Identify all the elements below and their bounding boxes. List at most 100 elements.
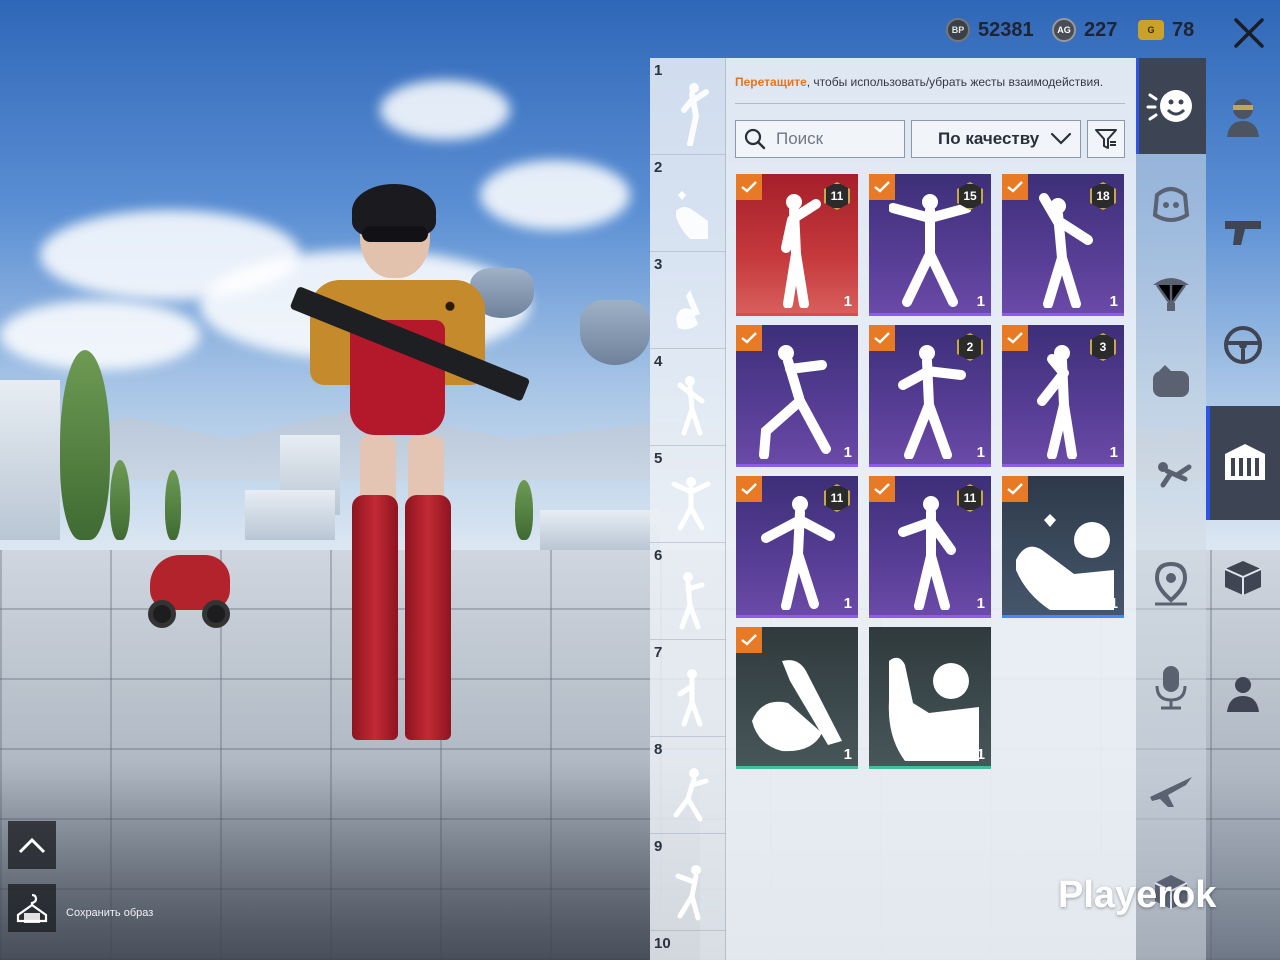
emote-slot-9[interactable]: 9 (650, 834, 726, 931)
slot-number: 7 (654, 644, 663, 661)
chevron-up-icon (18, 837, 46, 854)
tab-airplane[interactable] (1136, 744, 1206, 834)
bp-amount: 52381 (978, 18, 1034, 41)
player-character[interactable] (289, 184, 550, 750)
lunge-figure-icon (759, 345, 831, 459)
emote-count: 1 (1109, 293, 1118, 310)
chevron-down-icon (1050, 132, 1072, 145)
emote-slot-2[interactable]: 2 (650, 155, 726, 252)
steering-wheel-icon (1224, 326, 1262, 364)
tab-emotes[interactable] (1136, 58, 1206, 154)
dance-icon (673, 768, 709, 822)
scooter (140, 525, 235, 635)
ag-currency: AG 227 (1052, 14, 1117, 46)
emote-slot-8[interactable]: 8 (650, 737, 726, 834)
emote-slot-10[interactable]: 10 (650, 931, 726, 960)
tab-parachute[interactable] (1136, 250, 1206, 336)
wave-figure-icon (888, 657, 979, 761)
emote-count: 1 (1109, 595, 1118, 612)
ballet-figure-icon (761, 496, 835, 610)
filter-button[interactable] (1087, 120, 1125, 158)
emote-card[interactable]: 15 1 (869, 174, 991, 316)
dance-figure-icon (898, 496, 956, 610)
emote-count: 1 (976, 595, 985, 612)
slot-number: 6 (654, 547, 663, 564)
emote-card[interactable]: 11 1 (736, 476, 858, 618)
search-input[interactable]: Поиск (735, 120, 905, 158)
emote-card[interactable]: 2 1 (869, 325, 991, 467)
slot-number: 2 (654, 159, 663, 176)
sort-dropdown[interactable]: По качеству (911, 120, 1081, 158)
tab-weapons[interactable] (1206, 186, 1280, 276)
outfit-icon (1225, 444, 1265, 480)
ag-amount: 227 (1084, 18, 1118, 41)
gun-icon (1225, 221, 1261, 245)
tab-skydive[interactable] (1136, 430, 1206, 516)
save-outfit-button[interactable] (8, 884, 56, 932)
save-outfit-label: Сохранить образ (66, 907, 154, 919)
emote-slot-3[interactable]: 3 (650, 252, 726, 349)
emote-icon (1146, 90, 1192, 122)
emote-card[interactable]: 1 (869, 627, 991, 769)
emote-card[interactable]: 1 (736, 325, 858, 467)
emote-slot-4[interactable]: 4 (650, 349, 726, 446)
cloud (0, 300, 200, 370)
emote-slot-7[interactable]: 7 (650, 640, 726, 737)
emote-slot-1[interactable]: 1 (650, 58, 726, 155)
g-amount: 78 (1172, 18, 1195, 41)
clap-icon (676, 290, 700, 330)
emote-card[interactable]: 1 (1002, 476, 1124, 618)
bp-coin-icon: BP (946, 18, 970, 42)
tab-voice[interactable] (1136, 642, 1206, 732)
ag-coin-icon: AG (1052, 18, 1076, 42)
tab-pets[interactable] (1136, 160, 1206, 246)
emote-card[interactable]: 11 1 (869, 476, 991, 618)
emote-count: 1 (976, 293, 985, 310)
floating-island (580, 300, 650, 365)
box-icon (1224, 561, 1262, 595)
expand-button[interactable] (8, 821, 56, 869)
tab-outfits[interactable] (1206, 406, 1280, 520)
clap-hands-icon (752, 660, 842, 752)
slot-number: 8 (654, 741, 663, 758)
divider (735, 103, 1125, 104)
tab-chicken[interactable] (1136, 340, 1206, 426)
slot-number: 3 (654, 256, 663, 273)
sort-label: По качеству (938, 129, 1040, 148)
skydive-icon (1158, 462, 1192, 488)
pose-figure-icon (781, 194, 821, 308)
tab-character[interactable] (1206, 72, 1280, 162)
tab-markers[interactable] (1136, 540, 1206, 630)
bp-currency: BP 52381 (946, 14, 1034, 46)
tab-friends[interactable] (1206, 648, 1280, 738)
search-icon (744, 128, 766, 150)
emote-slot-column: 1 2 3 4 5 6 7 8 9 10 (650, 58, 726, 960)
emote-slot-6[interactable]: 6 (650, 543, 726, 640)
dance-icon (675, 865, 701, 921)
emote-slot-5[interactable]: 5 (650, 446, 726, 543)
emote-card[interactable]: 1 (736, 627, 858, 769)
airplane-icon (1150, 777, 1192, 807)
search-placeholder: Поиск (776, 129, 824, 148)
emote-card[interactable]: 3 1 (1002, 325, 1124, 467)
dance-icon (677, 669, 703, 727)
hint-accent: Перетащите (735, 75, 807, 89)
hint-text: Перетащите, чтобы использовать/убрать же… (735, 75, 1125, 89)
heart-hand-figure-icon (1016, 514, 1114, 610)
tab-boxes[interactable] (1206, 532, 1280, 622)
people-icon (1227, 677, 1259, 712)
emote-count: 1 (976, 444, 985, 461)
watermark: Playerok (1058, 874, 1217, 916)
marker-icon (1154, 561, 1188, 606)
emote-panel: Перетащите, чтобы использовать/убрать же… (726, 58, 1136, 960)
slot-number: 4 (654, 353, 663, 370)
slot-number: 9 (654, 838, 663, 855)
main-tabs (1206, 0, 1280, 960)
chicken-icon (1153, 365, 1189, 397)
emote-card[interactable]: 11 1 (736, 174, 858, 316)
emote-card[interactable]: 18 1 (1002, 174, 1124, 316)
emote-count: 1 (843, 444, 852, 461)
hanger-icon (16, 893, 48, 923)
tab-vehicles[interactable] (1206, 300, 1280, 390)
dance-icon (679, 572, 705, 630)
